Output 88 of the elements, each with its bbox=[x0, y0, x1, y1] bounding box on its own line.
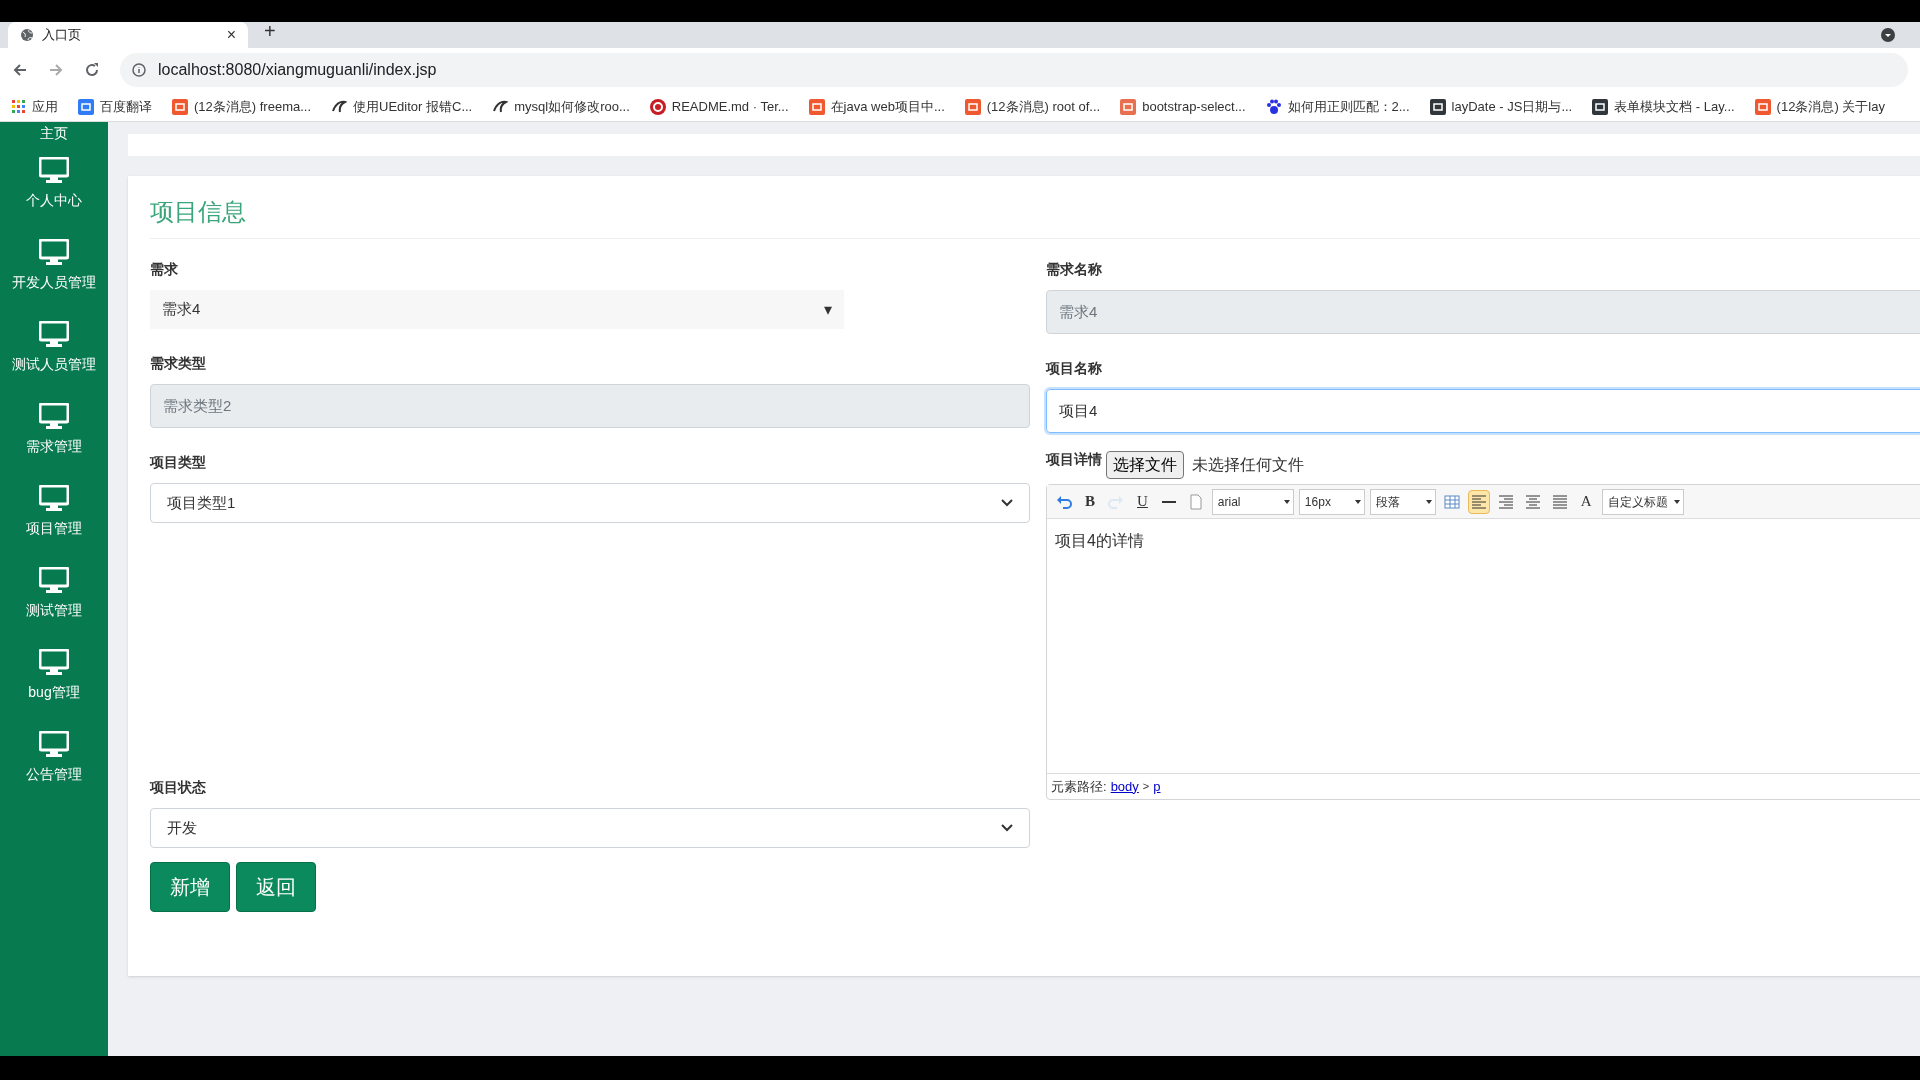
tab-search-icon bbox=[1880, 27, 1896, 43]
element-path-label: 元素路径: bbox=[1051, 777, 1107, 796]
caret-icon bbox=[1353, 498, 1362, 505]
bookmark[interactable]: (12条消息) 关于lay bbox=[1754, 96, 1885, 117]
monitor-icon bbox=[39, 321, 69, 347]
bookmark[interactable]: README.md · Ter... bbox=[649, 96, 789, 117]
toolbar-dropdown[interactable]: 段落 bbox=[1369, 488, 1436, 515]
readonly-field: 需求4 bbox=[1046, 290, 1920, 334]
bookmark[interactable]: 应用 bbox=[12, 96, 58, 117]
select-field[interactable]: 项目类型1 bbox=[150, 483, 1030, 523]
readonly-field: 需求类型2 bbox=[150, 384, 1030, 428]
bookmark[interactable]: (12条消息) freema... bbox=[172, 96, 312, 117]
monitor-icon bbox=[39, 403, 69, 429]
file-button[interactable]: 选择文件 bbox=[1106, 450, 1184, 479]
toolbar-dropdown[interactable]: 16px bbox=[1298, 488, 1365, 515]
address-bar[interactable]: localhost:8080/xiangmuguanli/index.jsp bbox=[120, 53, 1908, 87]
tab-title: 入口页 bbox=[42, 26, 82, 45]
toolbar-button[interactable]: A bbox=[1575, 489, 1597, 514]
editor-content: 项目4的详情 bbox=[1054, 531, 1145, 551]
bookmark[interactable]: (12条消息) root of... bbox=[964, 96, 1101, 117]
bookmark[interactable]: 使用UEditor 报错C... bbox=[331, 96, 473, 117]
field-label: 需求名称 bbox=[1046, 260, 1103, 279]
forward-icon bbox=[48, 62, 64, 78]
page-icon bbox=[1187, 493, 1204, 510]
monitor-icon bbox=[39, 567, 69, 593]
sidebar-item[interactable]: 项目管理 bbox=[0, 470, 108, 552]
field-label: 项目详情 bbox=[1046, 450, 1102, 469]
sidebar-item[interactable]: 公告管理 bbox=[0, 716, 108, 798]
field-label: 项目状态 bbox=[150, 778, 207, 797]
bookmark[interactable]: 在java web项目中... bbox=[808, 96, 945, 117]
path-separator: > bbox=[1142, 779, 1150, 795]
field-label: 需求类型 bbox=[150, 354, 207, 373]
caret-icon: ▾ bbox=[824, 297, 832, 322]
bookmark[interactable]: 表单模块文档 - Lay... bbox=[1592, 96, 1735, 117]
bookmark[interactable]: layDate - JS日期与... bbox=[1429, 96, 1573, 117]
file-status: 未选择任何文件 bbox=[1192, 454, 1304, 475]
action-button[interactable]: 返回 bbox=[236, 862, 316, 912]
toolbar-dropdown[interactable]: 自定义标题 bbox=[1601, 488, 1684, 515]
path-link[interactable]: body bbox=[1110, 776, 1139, 797]
caret-icon bbox=[1424, 498, 1433, 505]
text-input[interactable]: 项目4 bbox=[1046, 389, 1920, 433]
sidebar-item[interactable]: 需求管理 bbox=[0, 388, 108, 470]
sidebar-item[interactable]: 开发人员管理 bbox=[0, 224, 108, 306]
tab-close-button[interactable]: × bbox=[226, 23, 236, 47]
bookmark[interactable]: 百度翻译 bbox=[78, 96, 152, 117]
toolbar-button[interactable]: U bbox=[1132, 489, 1153, 514]
back-icon bbox=[12, 62, 28, 78]
monitor-icon bbox=[39, 731, 69, 757]
path-link[interactable]: p bbox=[1153, 776, 1161, 797]
action-button[interactable]: 新增 bbox=[150, 862, 230, 912]
reload-icon bbox=[84, 62, 100, 78]
chevron-down-icon bbox=[1001, 824, 1013, 832]
url-text: localhost:8080/xiangmuguanli/index.jsp bbox=[158, 60, 437, 80]
monitor-icon bbox=[39, 649, 69, 675]
bookmark[interactable]: 如何用正则匹配：2... bbox=[1265, 96, 1410, 117]
bookmark[interactable]: mysql如何修改roo... bbox=[492, 96, 630, 117]
caret-icon bbox=[1672, 498, 1681, 505]
justify-icon bbox=[1551, 493, 1568, 510]
align-left-icon bbox=[1470, 493, 1487, 510]
sidebar-item[interactable]: 测试人员管理 bbox=[0, 306, 108, 388]
select-field[interactable]: 开发 bbox=[150, 808, 1030, 848]
dropdown-field[interactable]: 需求4 ▾ bbox=[150, 290, 844, 329]
toolbar-button[interactable]: B bbox=[1080, 489, 1100, 514]
sidebar-item[interactable]: 测试管理 bbox=[0, 552, 108, 634]
sidebar-item[interactable]: 主页 bbox=[0, 122, 108, 142]
chevron-down-icon bbox=[1001, 499, 1013, 507]
monitor-icon bbox=[39, 239, 69, 265]
align-center-icon bbox=[1524, 493, 1541, 510]
align-right-icon bbox=[1497, 493, 1514, 510]
caret-icon bbox=[1282, 498, 1291, 505]
new-tab-button[interactable]: + bbox=[264, 16, 276, 46]
browser-tab[interactable]: 入口页 × bbox=[8, 22, 248, 48]
field-label: 需求 bbox=[150, 260, 179, 279]
field-label: 项目名称 bbox=[1046, 359, 1103, 378]
bookmark[interactable]: bootstrap-select... bbox=[1120, 96, 1246, 117]
toolbar-dropdown[interactable]: arial bbox=[1211, 488, 1294, 515]
sidebar-item[interactable]: bug管理 bbox=[0, 634, 108, 716]
sidebar-item[interactable]: 个人中心 bbox=[0, 142, 108, 224]
form-title: 项目信息 bbox=[150, 194, 1920, 239]
field-label: 项目类型 bbox=[150, 453, 207, 472]
monitor-icon bbox=[39, 485, 69, 511]
align-left-button[interactable] bbox=[1467, 489, 1490, 514]
monitor-icon bbox=[39, 157, 69, 183]
table-icon bbox=[1443, 493, 1460, 510]
globe-icon bbox=[20, 28, 34, 42]
redo-icon bbox=[1108, 493, 1124, 510]
horizontal-line-icon bbox=[1161, 500, 1176, 503]
info-icon bbox=[132, 63, 146, 77]
